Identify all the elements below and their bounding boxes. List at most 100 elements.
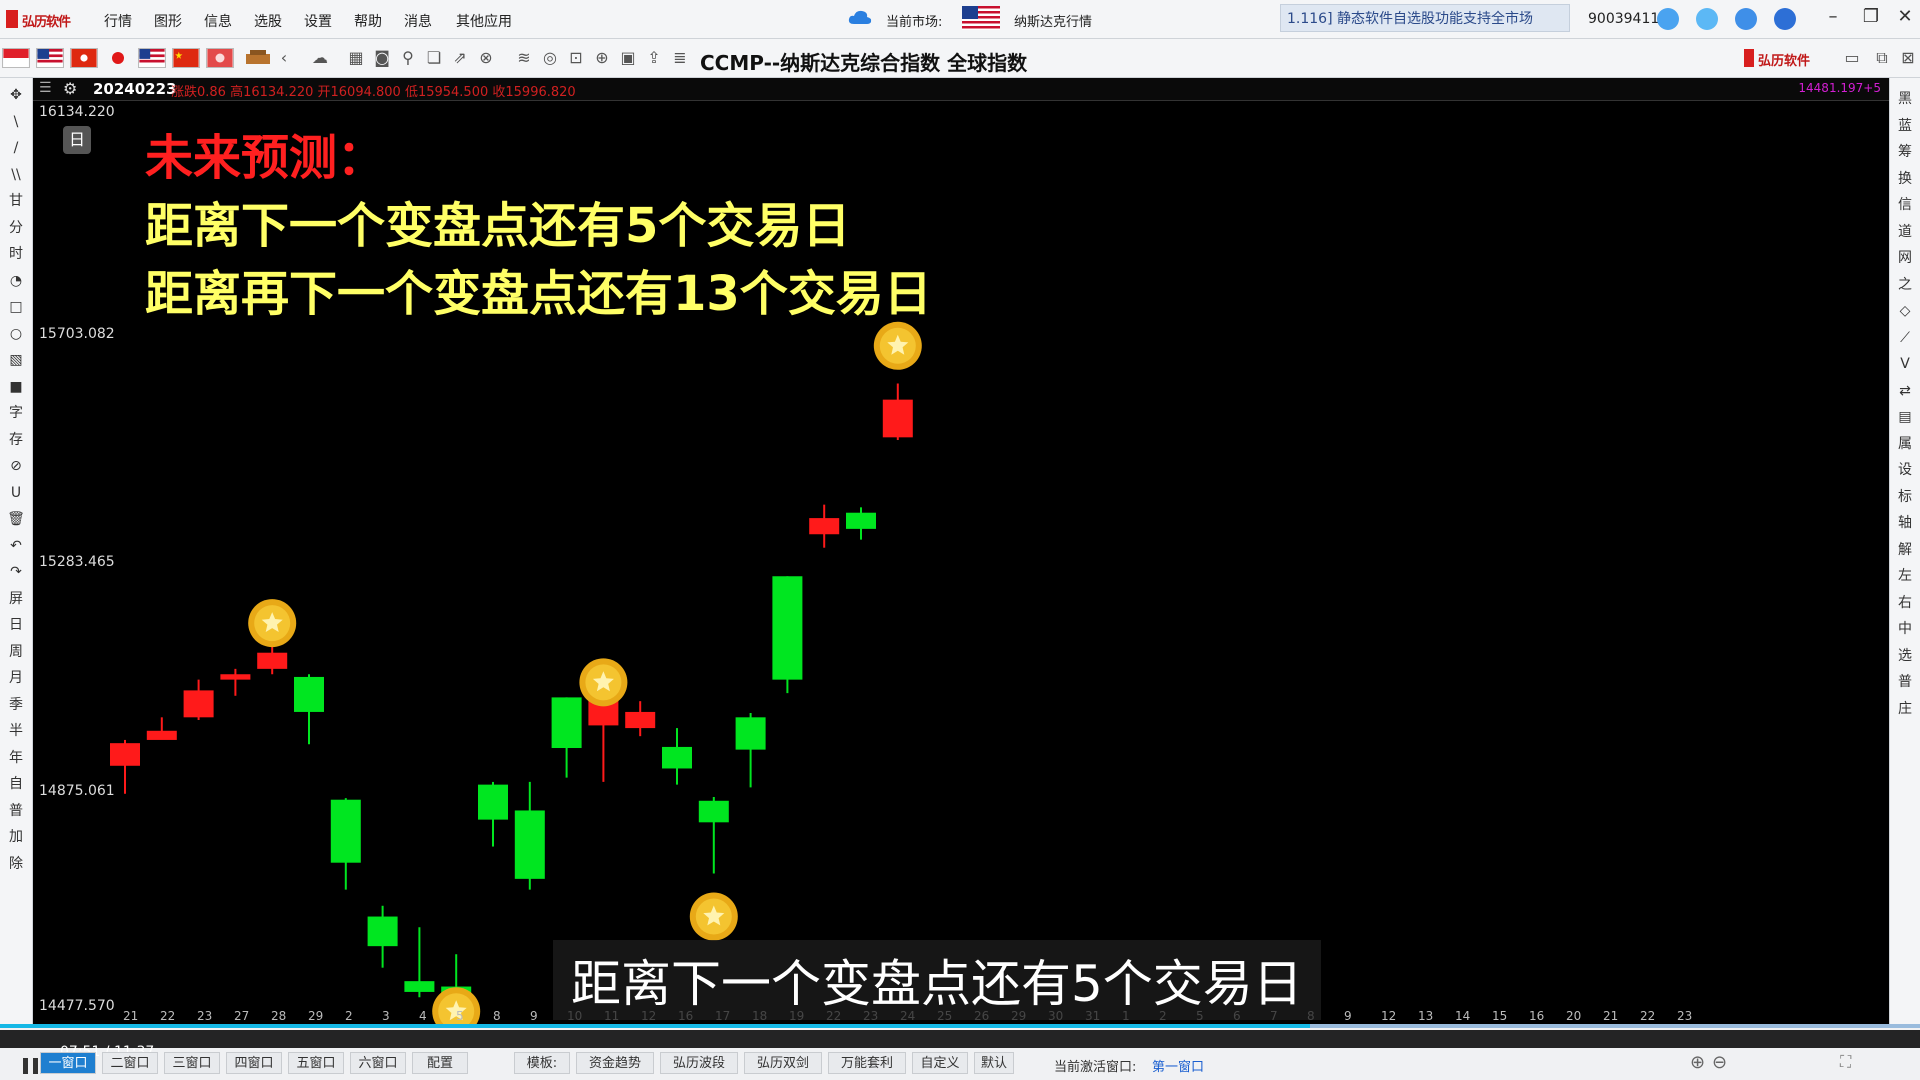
- right-tool-9[interactable]: ⟋: [1893, 327, 1917, 349]
- window-tab-13[interactable]: 默认: [974, 1052, 1014, 1074]
- panel-close-icon[interactable]: ⊠: [1898, 48, 1918, 68]
- screenshot-icon[interactable]: ⊡: [566, 48, 586, 68]
- market-name[interactable]: 纳斯达克行情: [1014, 11, 1092, 30]
- add-icon[interactable]: ⊕: [592, 48, 612, 68]
- left-tool-9[interactable]: ○: [4, 323, 28, 345]
- close-icon[interactable]: ✕: [1890, 6, 1920, 27]
- left-tool-21[interactable]: 周: [4, 641, 28, 663]
- left-tool-7[interactable]: ◔: [4, 270, 28, 292]
- menu-other-apps[interactable]: 其他应用: [456, 11, 512, 31]
- us-flag-small-icon[interactable]: [138, 48, 166, 68]
- panel-restore-icon[interactable]: ⧉: [1872, 48, 1892, 68]
- fullscreen-icon[interactable]: ⛶: [1840, 1052, 1851, 1072]
- window-tab-10[interactable]: 弘历双剑: [744, 1052, 822, 1074]
- save-icon[interactable]: ▣: [618, 48, 638, 68]
- left-tool-1[interactable]: \: [4, 111, 28, 133]
- window-tab-0[interactable]: 一窗口: [40, 1052, 96, 1074]
- menu-icon[interactable]: ☰: [39, 80, 52, 96]
- wifi-icon[interactable]: ≋: [514, 48, 534, 68]
- right-tool-6[interactable]: 网: [1893, 247, 1917, 269]
- menu-stock-select[interactable]: 选股: [254, 11, 282, 31]
- record-icon[interactable]: [104, 48, 132, 68]
- window-tab-5[interactable]: 六窗口: [350, 1052, 406, 1074]
- right-tool-23[interactable]: 庄: [1893, 698, 1917, 720]
- cloud-icon[interactable]: [848, 9, 872, 25]
- left-tool-2[interactable]: /: [4, 137, 28, 159]
- right-tool-22[interactable]: 普: [1893, 671, 1917, 693]
- left-tool-23[interactable]: 季: [4, 694, 28, 716]
- menu-help[interactable]: 帮助: [354, 11, 382, 31]
- right-tool-4[interactable]: 信: [1893, 194, 1917, 216]
- video-progress-bar[interactable]: [0, 1024, 1920, 1028]
- menu-messages[interactable]: 消息: [404, 11, 432, 31]
- left-tool-22[interactable]: 月: [4, 667, 28, 689]
- left-tool-3[interactable]: \\: [4, 164, 28, 186]
- settings-gear-icon[interactable]: ⚙: [63, 79, 77, 98]
- filter-icon[interactable]: ⚲: [398, 48, 418, 68]
- globe-icon[interactable]: [1774, 8, 1796, 30]
- malaysia-flag-icon[interactable]: [36, 48, 64, 68]
- left-tool-4[interactable]: 甘: [4, 190, 28, 212]
- left-tool-24[interactable]: 半: [4, 720, 28, 742]
- chat-icon[interactable]: [1696, 8, 1718, 30]
- right-tool-17[interactable]: 解: [1893, 539, 1917, 561]
- window-tab-1[interactable]: 二窗口: [102, 1052, 158, 1074]
- window-tab-12[interactable]: 自定义: [912, 1052, 968, 1074]
- right-tool-12[interactable]: ▤: [1893, 406, 1917, 428]
- zoom-in-icon[interactable]: ⊕: [1690, 1052, 1705, 1073]
- right-tool-18[interactable]: 左: [1893, 565, 1917, 587]
- panel-minimize-icon[interactable]: ▭: [1842, 48, 1862, 68]
- left-tool-25[interactable]: 年: [4, 747, 28, 769]
- window-tab-4[interactable]: 五窗口: [288, 1052, 344, 1074]
- target-icon[interactable]: ◎: [540, 48, 560, 68]
- share-icon[interactable]: ⇗: [450, 48, 470, 68]
- left-tool-12[interactable]: 字: [4, 402, 28, 424]
- layers-icon[interactable]: ≣: [670, 48, 690, 68]
- right-tool-16[interactable]: 轴: [1893, 512, 1917, 534]
- news-ticker[interactable]: 1.116] 静态软件自选股功能支持全市场: [1280, 4, 1570, 32]
- right-tool-3[interactable]: 换: [1893, 168, 1917, 190]
- restore-icon[interactable]: ❐: [1856, 6, 1886, 27]
- singapore-flag-icon[interactable]: [2, 48, 30, 68]
- window-tab-8[interactable]: 资金趋势: [576, 1052, 654, 1074]
- right-tool-11[interactable]: ⇄: [1893, 380, 1917, 402]
- window-tab-7[interactable]: 模板:: [514, 1052, 570, 1074]
- futures-icon[interactable]: [244, 48, 272, 68]
- window-tab-6[interactable]: 配置: [412, 1052, 468, 1074]
- menu-graph[interactable]: 图形: [154, 11, 182, 31]
- left-tool-11[interactable]: ■: [4, 376, 28, 398]
- window-tab-9[interactable]: 弘历波段: [660, 1052, 738, 1074]
- right-tool-8[interactable]: ◇: [1893, 300, 1917, 322]
- left-tool-0[interactable]: ✥: [4, 84, 28, 106]
- left-tool-16[interactable]: 🗑: [4, 508, 28, 530]
- right-tool-7[interactable]: 之: [1893, 274, 1917, 296]
- rocket-icon[interactable]: [1735, 8, 1757, 30]
- user-avatar-icon[interactable]: [1657, 8, 1679, 30]
- left-tool-18[interactable]: ↷: [4, 561, 28, 583]
- right-tool-2[interactable]: 筹: [1893, 141, 1917, 163]
- china-flag-icon[interactable]: [172, 48, 200, 68]
- chart-icon[interactable]: ▦: [346, 48, 366, 68]
- right-tool-1[interactable]: 蓝: [1893, 115, 1917, 137]
- right-tool-14[interactable]: 设: [1893, 459, 1917, 481]
- left-tool-5[interactable]: 分: [4, 217, 28, 239]
- right-tool-5[interactable]: 道: [1893, 221, 1917, 243]
- hk-market-flag-icon[interactable]: [206, 48, 234, 68]
- cancel-icon[interactable]: ⊗: [476, 48, 496, 68]
- right-tool-0[interactable]: 黑: [1893, 88, 1917, 110]
- right-tool-13[interactable]: 属: [1893, 433, 1917, 455]
- back-arrow-icon[interactable]: ‹: [274, 48, 294, 68]
- window-tab-3[interactable]: 四窗口: [226, 1052, 282, 1074]
- right-tool-20[interactable]: 中: [1893, 618, 1917, 640]
- pause-icon[interactable]: [20, 1056, 42, 1076]
- left-tool-13[interactable]: 存: [4, 429, 28, 451]
- right-tool-15[interactable]: 标: [1893, 486, 1917, 508]
- right-tool-19[interactable]: 右: [1893, 592, 1917, 614]
- camera-icon[interactable]: ◙: [372, 48, 392, 68]
- upload-cloud-icon[interactable]: ☁: [310, 48, 330, 68]
- menu-settings[interactable]: 设置: [304, 11, 332, 31]
- left-tool-26[interactable]: 自: [4, 773, 28, 795]
- menu-info[interactable]: 信息: [204, 11, 232, 31]
- copy-icon[interactable]: ❏: [424, 48, 444, 68]
- left-tool-15[interactable]: U: [4, 482, 28, 504]
